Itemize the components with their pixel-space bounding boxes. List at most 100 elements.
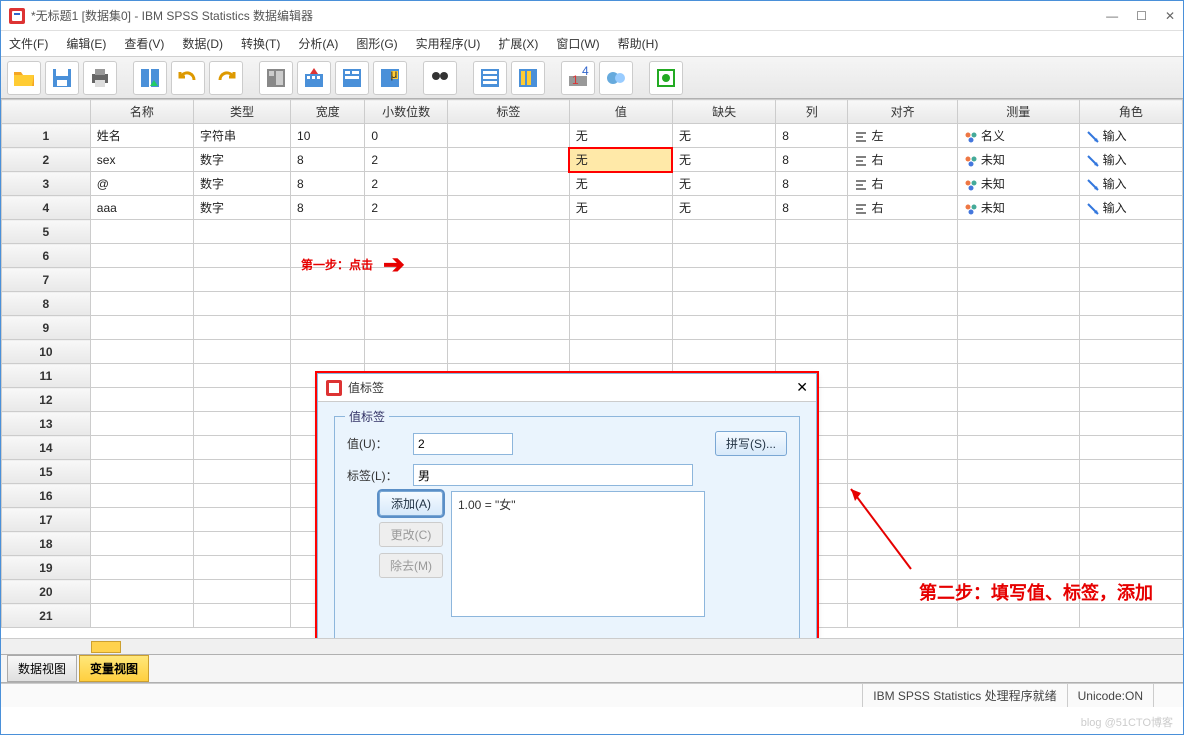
cell-empty[interactable]: [1079, 412, 1182, 436]
horizontal-scrollbar[interactable]: [1, 638, 1183, 654]
cell-empty[interactable]: [672, 292, 775, 316]
labels-listbox[interactable]: 1.00 = "女": [451, 491, 705, 617]
cell-empty[interactable]: [957, 292, 1079, 316]
split-icon[interactable]: 14: [561, 61, 595, 95]
cell-empty[interactable]: [90, 340, 193, 364]
value-input[interactable]: [413, 433, 513, 455]
cell-empty[interactable]: [1079, 580, 1182, 604]
cell-label[interactable]: [447, 124, 569, 148]
cell-empty[interactable]: [1079, 460, 1182, 484]
cell-measure[interactable]: 未知: [957, 172, 1079, 196]
cell-empty[interactable]: [848, 412, 957, 436]
cell-empty[interactable]: [90, 220, 193, 244]
cell-decimals[interactable]: 0: [365, 124, 448, 148]
cell-empty[interactable]: [194, 556, 291, 580]
cell-empty[interactable]: [957, 412, 1079, 436]
cell-values[interactable]: 无: [569, 196, 672, 220]
cell-align[interactable]: 右: [848, 148, 957, 172]
cell-empty[interactable]: [848, 316, 957, 340]
cell-columns[interactable]: 8: [776, 148, 848, 172]
cell-decimals[interactable]: 2: [365, 148, 448, 172]
cell-empty[interactable]: [776, 292, 848, 316]
menu-extensions[interactable]: 扩展(X): [498, 35, 538, 52]
cell-align[interactable]: 右: [848, 196, 957, 220]
goto-var-icon[interactable]: [297, 61, 331, 95]
cell-empty[interactable]: [90, 388, 193, 412]
cell-empty[interactable]: [291, 340, 365, 364]
cell-values[interactable]: 无: [569, 172, 672, 196]
compute-icon[interactable]: μ: [373, 61, 407, 95]
cell-empty[interactable]: [194, 532, 291, 556]
cell-empty[interactable]: [291, 316, 365, 340]
cell-empty[interactable]: [1079, 556, 1182, 580]
find-icon[interactable]: [423, 61, 457, 95]
cell-empty[interactable]: [194, 220, 291, 244]
cell-empty[interactable]: [90, 460, 193, 484]
cell-name[interactable]: aaa: [90, 196, 193, 220]
row-header[interactable]: 15: [2, 460, 91, 484]
cell-empty[interactable]: [90, 604, 193, 628]
cell-columns[interactable]: 8: [776, 196, 848, 220]
goto-icon[interactable]: [259, 61, 293, 95]
cell-empty[interactable]: [90, 436, 193, 460]
cell-empty[interactable]: [1079, 220, 1182, 244]
cell-empty[interactable]: [1079, 244, 1182, 268]
close-button[interactable]: ✕: [1165, 9, 1175, 23]
cell-empty[interactable]: [194, 340, 291, 364]
cell-empty[interactable]: [90, 556, 193, 580]
col-role[interactable]: 角色: [1079, 100, 1182, 124]
cell-empty[interactable]: [569, 316, 672, 340]
col-type[interactable]: 类型: [194, 100, 291, 124]
cell-empty[interactable]: [957, 364, 1079, 388]
dialog-close-button[interactable]: ✕: [796, 379, 808, 396]
menu-data[interactable]: 数据(D): [182, 35, 223, 52]
cell-empty[interactable]: [194, 604, 291, 628]
cell-align[interactable]: 右: [848, 172, 957, 196]
cell-empty[interactable]: [569, 292, 672, 316]
cell-empty[interactable]: [848, 532, 957, 556]
cell-empty[interactable]: [1079, 268, 1182, 292]
cell-width[interactable]: 8: [291, 172, 365, 196]
cell-empty[interactable]: [365, 316, 448, 340]
cell-measure[interactable]: 未知: [957, 148, 1079, 172]
row-header[interactable]: 20: [2, 580, 91, 604]
cell-missing[interactable]: 无: [672, 124, 775, 148]
cell-empty[interactable]: [672, 244, 775, 268]
col-missing[interactable]: 缺失: [672, 100, 775, 124]
cell-values[interactable]: 无: [569, 124, 672, 148]
insert-var-icon[interactable]: [511, 61, 545, 95]
col-decimals[interactable]: 小数位数: [365, 100, 448, 124]
cell-empty[interactable]: [957, 268, 1079, 292]
cell-columns[interactable]: 8: [776, 172, 848, 196]
cell-empty[interactable]: [194, 436, 291, 460]
cell-empty[interactable]: [194, 508, 291, 532]
row-header[interactable]: 19: [2, 556, 91, 580]
cell-empty[interactable]: [957, 340, 1079, 364]
cell-empty[interactable]: [776, 316, 848, 340]
cell-empty[interactable]: [1079, 316, 1182, 340]
cell-missing[interactable]: 无: [672, 148, 775, 172]
cell-empty[interactable]: [957, 220, 1079, 244]
scrollbar-thumb[interactable]: [91, 641, 121, 653]
cell-empty[interactable]: [957, 580, 1079, 604]
row-header[interactable]: 11: [2, 364, 91, 388]
cell-empty[interactable]: [848, 508, 957, 532]
menu-help[interactable]: 帮助(H): [618, 35, 659, 52]
cell-empty[interactable]: [848, 292, 957, 316]
cell-width[interactable]: 8: [291, 196, 365, 220]
row-header[interactable]: 12: [2, 388, 91, 412]
cancel-button[interactable]: 取消: [544, 654, 590, 655]
menu-window[interactable]: 窗口(W): [556, 35, 599, 52]
cell-empty[interactable]: [365, 268, 448, 292]
cell-empty[interactable]: [848, 220, 957, 244]
weight-icon[interactable]: [599, 61, 633, 95]
cell-columns[interactable]: 8: [776, 124, 848, 148]
corner-cell[interactable]: [2, 100, 91, 124]
list-item[interactable]: 1.00 = "女": [458, 496, 698, 513]
col-label[interactable]: 标签: [447, 100, 569, 124]
add-button[interactable]: 添加(A): [379, 491, 443, 516]
row-header[interactable]: 4: [2, 196, 91, 220]
cell-name[interactable]: 姓名: [90, 124, 193, 148]
maximize-button[interactable]: ☐: [1136, 9, 1147, 23]
cell-empty[interactable]: [194, 412, 291, 436]
